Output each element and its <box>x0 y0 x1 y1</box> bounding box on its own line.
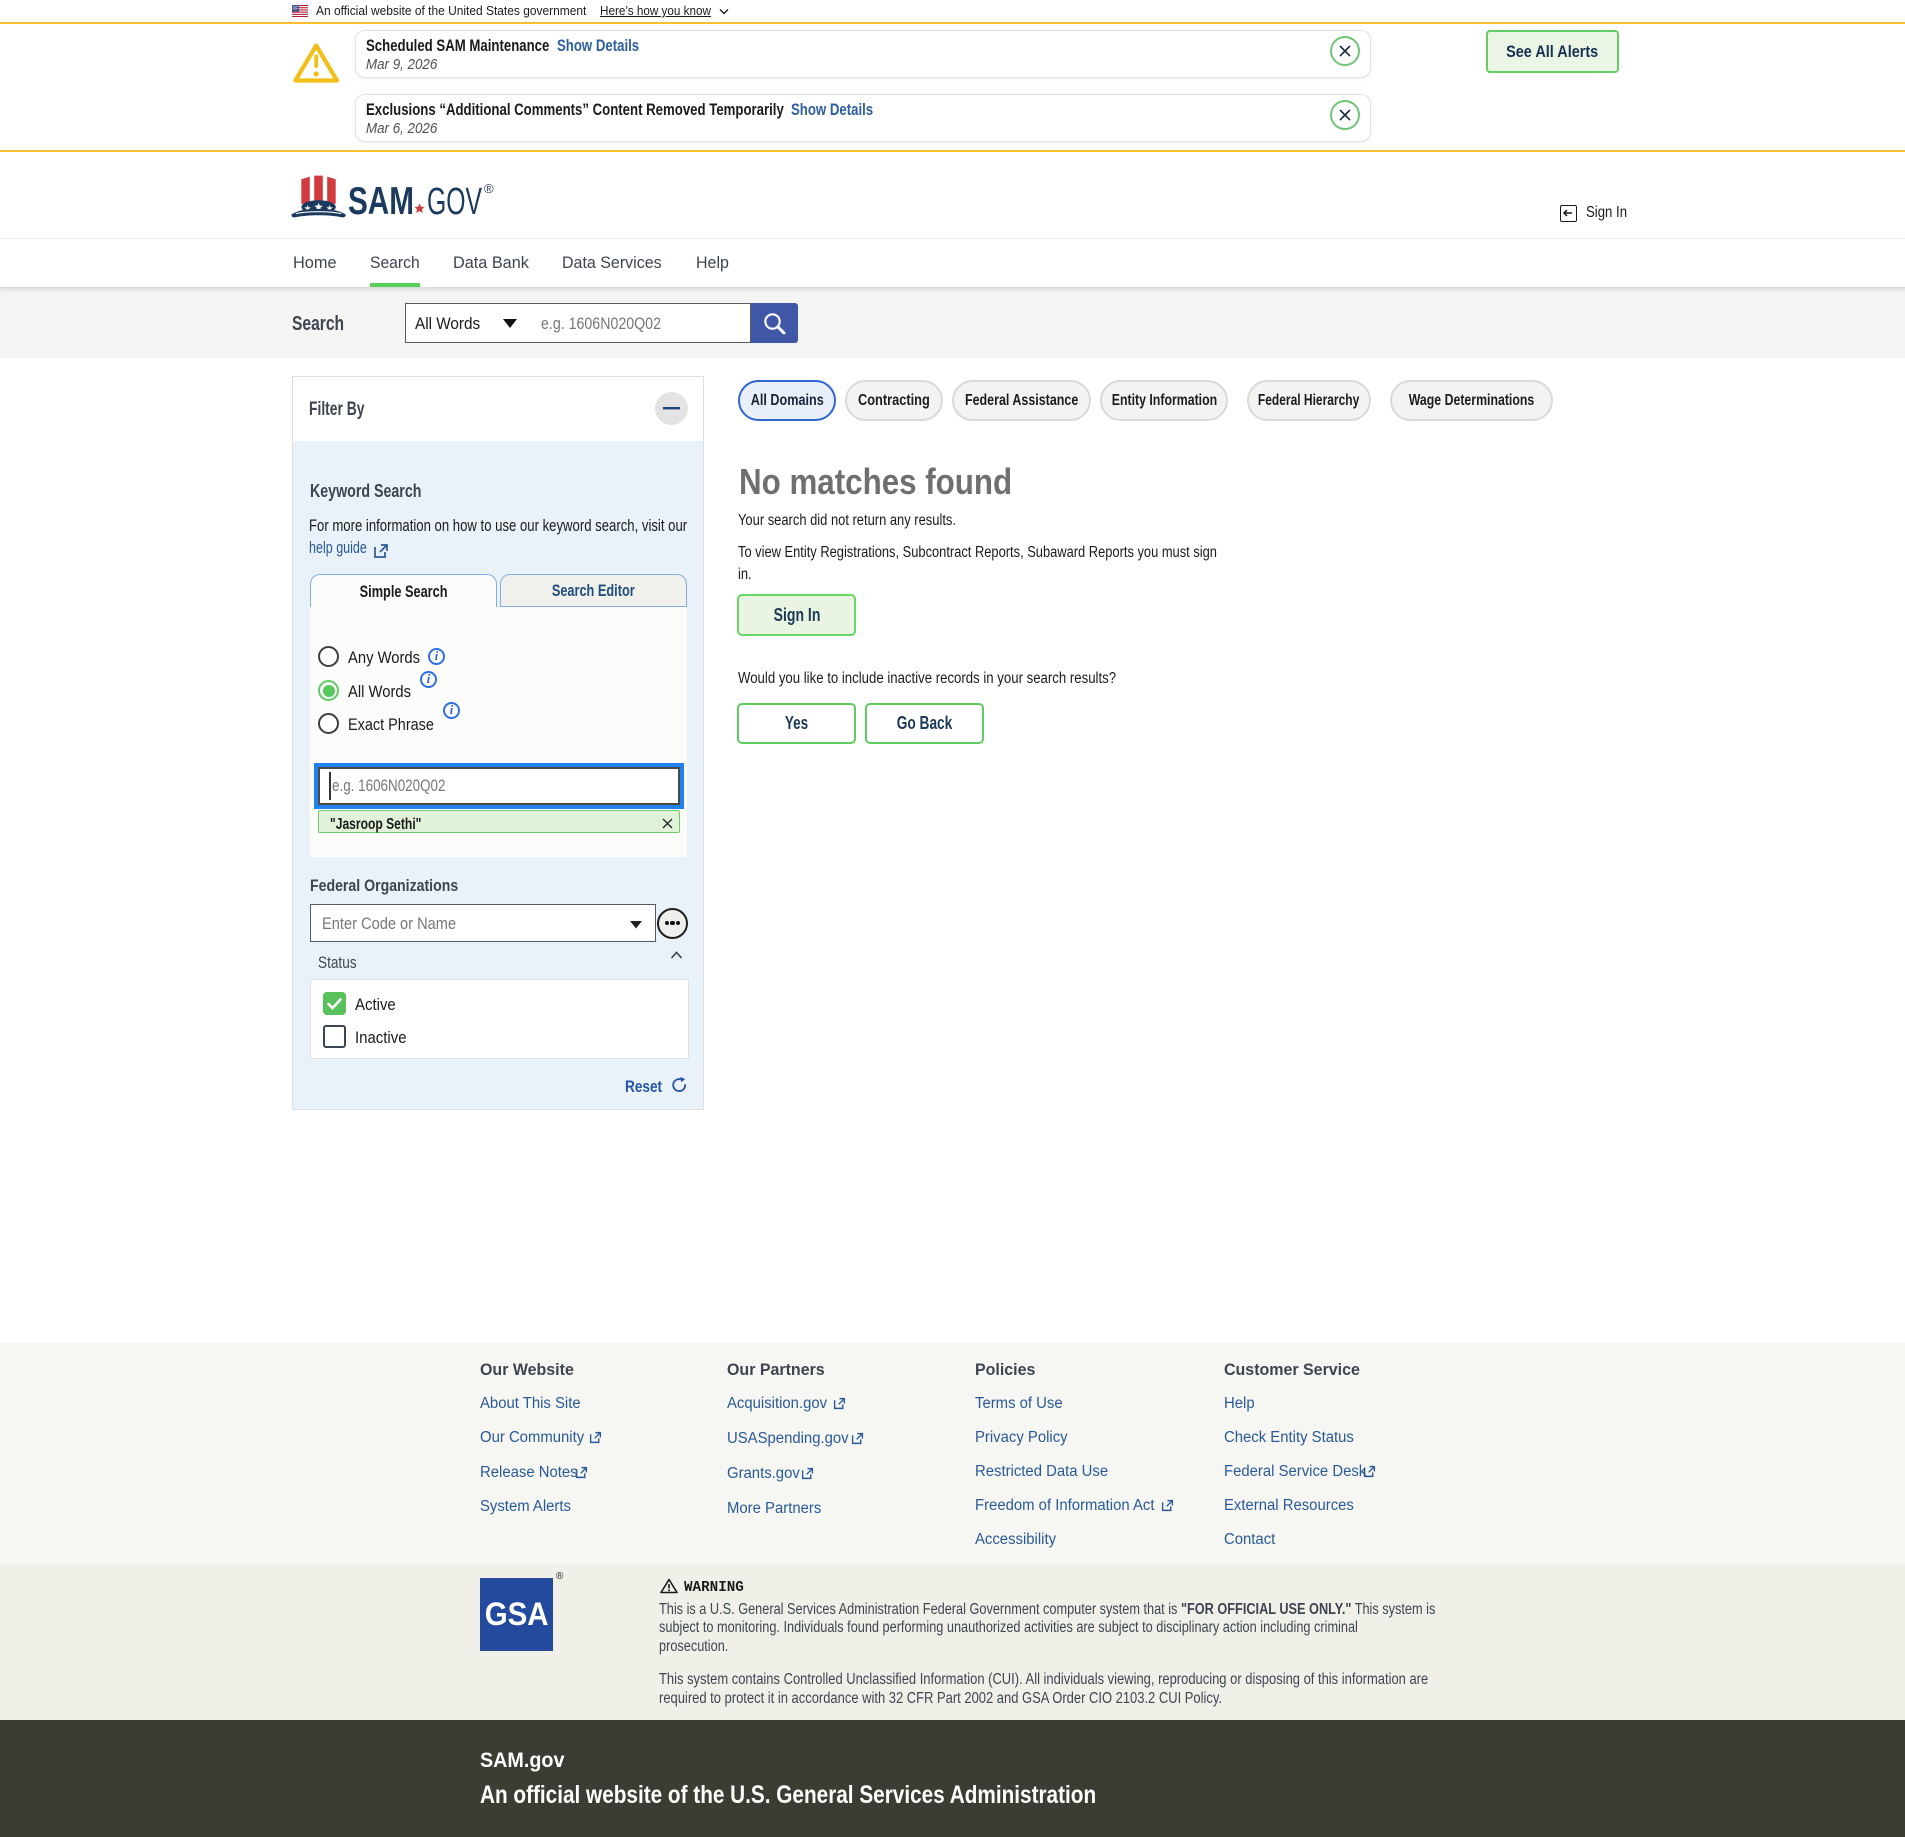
svg-text:®: ® <box>484 181 494 196</box>
svg-text:GOV: GOV <box>427 181 482 222</box>
svg-text:SAM: SAM <box>348 180 414 222</box>
